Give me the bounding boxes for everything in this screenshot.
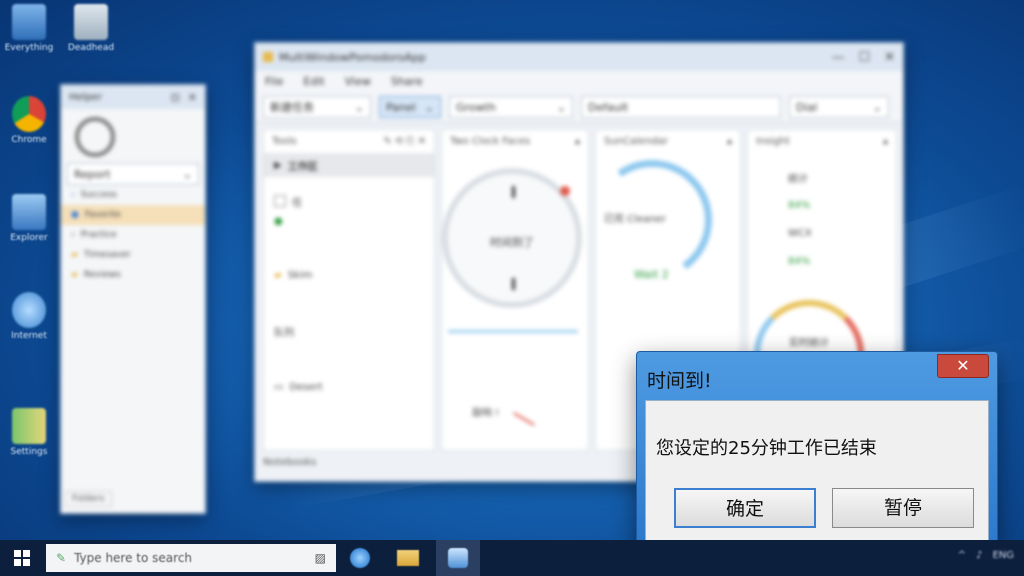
status-bar-text: Notebooks bbox=[263, 457, 317, 468]
file-icon: ▭ bbox=[274, 381, 284, 393]
minimize-icon[interactable]: — bbox=[831, 50, 844, 65]
taskbar-app-explorer[interactable] bbox=[388, 540, 428, 576]
chevron-down-icon: ⌄ bbox=[424, 100, 434, 114]
dial-combo[interactable]: Dial ⌄ bbox=[789, 96, 889, 118]
growth-combo[interactable]: Growth ⌄ bbox=[449, 96, 573, 118]
network-icon bbox=[12, 194, 46, 230]
background-window-titlebar[interactable]: MultiWindowPomodoroApp — ☐ ✕ bbox=[255, 43, 903, 71]
desktop-icon-recycle-bin[interactable]: Deadhead bbox=[62, 4, 120, 54]
desktop-icon-network[interactable]: Explorer bbox=[0, 194, 58, 244]
toolbar: 新建任务 ⌄ Panel ⌄ Growth ⌄ Default Dial ⌄ bbox=[255, 92, 903, 123]
confirm-button[interactable]: 确定 bbox=[674, 488, 816, 528]
list-item[interactable]: 队列 bbox=[264, 321, 434, 341]
volume-icon[interactable]: ♪ bbox=[976, 550, 982, 561]
chrome-icon bbox=[12, 96, 46, 132]
list-item[interactable]: ● bbox=[264, 211, 434, 231]
close-icon: ✕ bbox=[956, 356, 970, 375]
stat-row: 84% bbox=[788, 255, 811, 267]
chevron-down-icon: ⌄ bbox=[872, 100, 882, 114]
taskbar-search-box[interactable]: ✎ Type here to search ▨ bbox=[46, 544, 336, 572]
app-icon bbox=[448, 548, 468, 568]
dialog-close-button[interactable]: ✕ bbox=[937, 354, 989, 378]
list-item[interactable]: 任 bbox=[264, 191, 434, 211]
side-item-selected[interactable]: ● Favorite bbox=[61, 205, 205, 225]
clock-panel: Two Clock Faces ▴ 时间到了 敲响 ! bbox=[441, 129, 589, 451]
maximize-icon[interactable]: ☐ bbox=[858, 50, 870, 65]
stat-row: 84% bbox=[788, 199, 811, 211]
globe-icon bbox=[12, 292, 46, 328]
computer-icon bbox=[12, 4, 46, 40]
panel-button[interactable]: Panel ⌄ bbox=[379, 96, 441, 118]
dialog-message: 您设定的25分钟工作已结束 bbox=[656, 438, 877, 459]
checkbox-icon bbox=[274, 195, 286, 207]
leaf-icon: ✎ bbox=[56, 551, 67, 565]
microphone-icon[interactable]: ▨ bbox=[315, 551, 326, 565]
task-combo[interactable]: 新建任务 ⌄ bbox=[263, 96, 371, 118]
windows-logo-icon bbox=[14, 550, 30, 566]
start-button[interactable] bbox=[0, 540, 44, 576]
list-item-selected[interactable]: ▶ 工作区 bbox=[264, 153, 434, 177]
desktop-icon-computer[interactable]: Everything bbox=[0, 4, 58, 54]
timer-icon bbox=[75, 117, 115, 157]
menu-bar: File Edit View Share bbox=[255, 71, 903, 92]
list-item[interactable]: ▰ Skim bbox=[264, 265, 434, 285]
app-icon bbox=[263, 52, 273, 62]
arrow-icon bbox=[513, 412, 535, 426]
close-icon[interactable]: ✕ bbox=[884, 50, 895, 65]
side-helper-window[interactable]: Helper ⊡ ✕ Report ⌄ ‹ Success ● Favorite › Pr… bbox=[60, 84, 206, 514]
list-panel: Tools ✎ ⟲ ⎘ ✕ ▶ 工作区 任 ● ▰ Skim 队列 ▭ Desert bbox=[263, 129, 435, 451]
desktop-icon-folder[interactable]: Settings bbox=[0, 408, 58, 458]
chevron-down-icon: ⌄ bbox=[354, 100, 364, 114]
side-item[interactable]: ▰ Timesaver bbox=[61, 245, 205, 265]
alarm-text: 敲响 ! bbox=[472, 408, 500, 419]
stat-row: WCX bbox=[788, 227, 812, 239]
pause-button[interactable]: 暂停 bbox=[832, 488, 974, 528]
side-status: Folders bbox=[65, 491, 112, 507]
desktop-icon-chrome[interactable]: Chrome bbox=[0, 96, 58, 146]
default-combo[interactable]: Default bbox=[581, 96, 781, 118]
folder-icon bbox=[12, 408, 46, 444]
taskbar-app-pomodoro[interactable] bbox=[436, 540, 480, 576]
desktop-icon-globe[interactable]: Internet bbox=[0, 292, 58, 342]
folder-icon bbox=[397, 550, 419, 566]
play-icon: ▶ bbox=[274, 159, 282, 171]
side-item[interactable]: ‹ Success bbox=[61, 185, 205, 205]
report-combo[interactable]: Report ⌄ bbox=[67, 163, 199, 185]
pin-icon[interactable]: ⊡ bbox=[171, 91, 180, 104]
dialog-body: 您设定的25分钟工作已结束 确定 暂停 bbox=[645, 400, 989, 542]
language-indicator[interactable]: ENG bbox=[992, 550, 1014, 561]
menu-edit[interactable]: Edit bbox=[303, 75, 324, 88]
system-tray: ^ ♪ ENG bbox=[958, 550, 1014, 561]
list-item[interactable]: ▭ Desert bbox=[264, 377, 434, 397]
dot-icon: ● bbox=[274, 215, 283, 227]
menu-file[interactable]: File bbox=[265, 75, 283, 88]
clock-face: 时间到了 bbox=[442, 168, 582, 308]
taskbar: ✎ Type here to search ▨ ^ ♪ ENG bbox=[0, 540, 1024, 576]
close-icon[interactable]: ✕ bbox=[188, 91, 197, 104]
side-item[interactable]: › Practice bbox=[61, 225, 205, 245]
folder-icon: ▰ bbox=[274, 269, 282, 281]
taskbar-app-browser[interactable] bbox=[340, 540, 380, 576]
time-up-dialog: 时间到! ✕ 您设定的25分钟工作已结束 确定 暂停 bbox=[636, 351, 998, 551]
browser-icon bbox=[350, 548, 370, 568]
chevron-down-icon: ⌄ bbox=[556, 100, 566, 114]
side-item[interactable]: ▰ Reviews bbox=[61, 265, 205, 285]
dialog-title: 时间到! bbox=[647, 370, 712, 392]
menu-view[interactable]: View bbox=[345, 75, 371, 88]
stat-row: 统计 bbox=[788, 173, 808, 185]
tray-arrow-icon[interactable]: ^ bbox=[958, 550, 966, 561]
menu-share[interactable]: Share bbox=[391, 75, 423, 88]
recycle-bin-icon bbox=[74, 4, 108, 40]
